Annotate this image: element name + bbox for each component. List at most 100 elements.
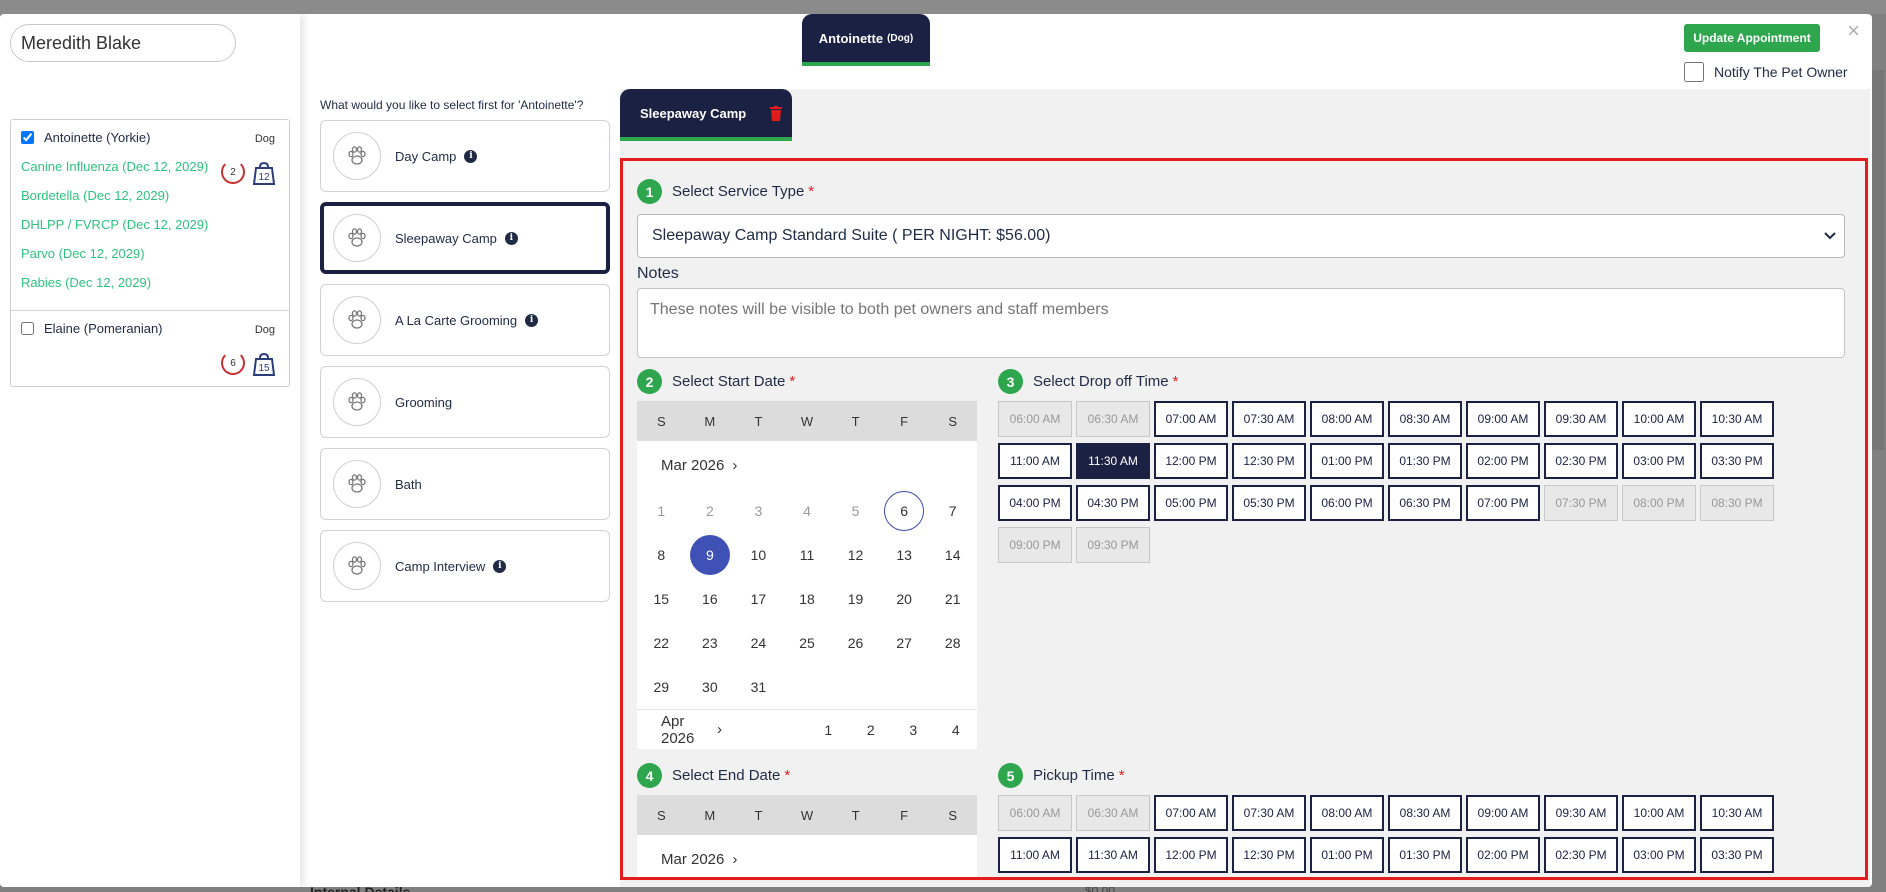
trash-icon[interactable] (770, 105, 783, 121)
client-name-field[interactable] (10, 24, 236, 62)
service-card-bath[interactable]: Bath (320, 448, 610, 520)
calendar-day[interactable]: 14 (928, 533, 977, 577)
calendar-day[interactable]: 22 (637, 621, 686, 665)
time-slot[interactable]: 02:30 PM (1544, 443, 1618, 479)
time-slot[interactable]: 09:00 AM (1466, 401, 1540, 437)
info-icon[interactable]: i (464, 149, 478, 163)
time-slot[interactable]: 01:00 PM (1310, 443, 1384, 479)
time-slot[interactable]: 09:30 AM (1544, 401, 1618, 437)
time-slot[interactable]: 05:00 PM (1154, 485, 1228, 521)
page-scrollbar[interactable] (1872, 70, 1884, 450)
rebook-icon[interactable]: 6 (221, 351, 245, 375)
chevron-right-icon[interactable]: › (732, 851, 737, 868)
service-card-sleepaway-camp[interactable]: Sleepaway Camp i (320, 202, 610, 274)
time-slot[interactable]: 07:00 AM (1154, 401, 1228, 437)
time-slot[interactable]: 03:30 PM (1700, 443, 1774, 479)
time-slot[interactable]: 11:30 AM (1076, 837, 1150, 873)
time-slot[interactable]: 08:30 AM (1388, 401, 1462, 437)
info-icon[interactable]: i (504, 231, 518, 245)
calendar-day[interactable]: 24 (734, 621, 783, 665)
calendar-day[interactable]: 12 (831, 533, 880, 577)
time-slot-selected[interactable]: 11:30 AM (1076, 443, 1150, 479)
time-slot[interactable]: 07:30 AM (1232, 795, 1306, 831)
time-slot[interactable]: 04:30 PM (1076, 485, 1150, 521)
notify-owner-toggle[interactable]: Notify The Pet Owner (1684, 62, 1848, 82)
service-card-a-la-carte-grooming[interactable]: A La Carte Grooming i (320, 284, 610, 356)
calendar-day[interactable]: 27 (880, 621, 929, 665)
time-slot[interactable]: 03:00 PM (1622, 837, 1696, 873)
time-slot[interactable]: 08:00 AM (1310, 795, 1384, 831)
close-icon[interactable]: × (1847, 18, 1860, 44)
calendar-day[interactable]: 23 (686, 621, 735, 665)
service-tab-sleepaway-camp[interactable]: Sleepaway Camp (620, 89, 792, 141)
time-slot[interactable]: 10:00 AM (1622, 795, 1696, 831)
calendar-day[interactable]: 25 (783, 621, 832, 665)
chevron-right-icon[interactable]: › (732, 457, 737, 474)
weight-bag-icon[interactable]: 12 (251, 160, 277, 186)
time-slot[interactable]: 03:00 PM (1622, 443, 1696, 479)
time-slot[interactable]: 02:00 PM (1466, 443, 1540, 479)
time-slot[interactable]: 05:30 PM (1232, 485, 1306, 521)
time-slot[interactable]: 07:30 AM (1232, 401, 1306, 437)
time-slot[interactable]: 11:00 AM (998, 443, 1072, 479)
pet-checkbox-antoinette[interactable] (21, 131, 34, 144)
calendar-day[interactable]: 21 (928, 577, 977, 621)
time-slot[interactable]: 01:30 PM (1388, 837, 1462, 873)
calendar-day[interactable]: 10 (734, 533, 783, 577)
time-slot[interactable]: 08:30 AM (1388, 795, 1462, 831)
calendar-day[interactable]: 15 (637, 577, 686, 621)
calendar-day[interactable]: 8 (637, 533, 686, 577)
time-slot[interactable]: 03:30 PM (1700, 837, 1774, 873)
service-card-day-camp[interactable]: Day Camp i (320, 120, 610, 192)
calendar-day[interactable]: 28 (928, 621, 977, 665)
calendar-day[interactable]: 30 (686, 665, 735, 709)
calendar-day[interactable]: 18 (783, 577, 832, 621)
time-slot[interactable]: 07:00 PM (1466, 485, 1540, 521)
calendar-day[interactable]: 26 (831, 621, 880, 665)
notify-owner-checkbox[interactable] (1684, 62, 1704, 82)
calendar-day[interactable]: 20 (880, 577, 929, 621)
calendar-day[interactable]: 13 (880, 533, 929, 577)
time-slot[interactable]: 12:30 PM (1232, 443, 1306, 479)
time-slot[interactable]: 01:30 PM (1388, 443, 1462, 479)
calendar-day[interactable]: 17 (734, 577, 783, 621)
time-slot[interactable]: 02:00 PM (1466, 837, 1540, 873)
update-appointment-button[interactable]: Update Appointment (1684, 24, 1820, 52)
calendar-day-selected[interactable]: 9 (686, 533, 735, 577)
time-slot[interactable]: 06:30 PM (1388, 485, 1462, 521)
time-slot[interactable]: 04:00 PM (998, 485, 1072, 521)
next-month-day[interactable]: 4 (935, 722, 978, 738)
time-slot[interactable]: 10:00 AM (1622, 401, 1696, 437)
calendar-day[interactable]: 6 (880, 489, 929, 533)
calendar-day[interactable]: 16 (686, 577, 735, 621)
time-slot[interactable]: 12:30 PM (1232, 837, 1306, 873)
next-month-day[interactable]: 3 (892, 722, 935, 738)
time-slot[interactable]: 06:00 PM (1310, 485, 1384, 521)
next-month-day[interactable]: 2 (850, 722, 893, 738)
time-slot[interactable]: 12:00 PM (1154, 837, 1228, 873)
info-icon[interactable]: i (525, 313, 539, 327)
service-card-camp-interview[interactable]: Camp Interview i (320, 530, 610, 602)
time-slot[interactable]: 09:30 AM (1544, 795, 1618, 831)
time-slot[interactable]: 10:30 AM (1700, 401, 1774, 437)
service-type-select[interactable]: Sleepaway Camp Standard Suite ( PER NIGH… (637, 214, 1845, 258)
notes-field[interactable] (637, 288, 1845, 358)
time-slot[interactable]: 09:00 AM (1466, 795, 1540, 831)
time-slot[interactable]: 02:30 PM (1544, 837, 1618, 873)
time-slot[interactable]: 12:00 PM (1154, 443, 1228, 479)
pet-tab-antoinette[interactable]: Antoinette (Dog) (802, 14, 930, 66)
rebook-icon[interactable]: 2 (221, 160, 245, 184)
weight-bag-icon[interactable]: 15 (251, 351, 277, 377)
time-slot[interactable]: 01:00 PM (1310, 837, 1384, 873)
calendar-next-month-label[interactable]: Apr 2026 › (637, 713, 722, 747)
calendar-day[interactable]: 29 (637, 665, 686, 709)
calendar-day[interactable]: 7 (928, 489, 977, 533)
calendar-day[interactable]: 19 (831, 577, 880, 621)
calendar-day[interactable]: 11 (783, 533, 832, 577)
time-slot[interactable]: 07:00 AM (1154, 795, 1228, 831)
time-slot[interactable]: 10:30 AM (1700, 795, 1774, 831)
service-card-grooming[interactable]: Grooming (320, 366, 610, 438)
chevron-right-icon[interactable]: › (717, 721, 722, 738)
pet-checkbox-elaine[interactable] (21, 322, 34, 335)
time-slot[interactable]: 11:00 AM (998, 837, 1072, 873)
